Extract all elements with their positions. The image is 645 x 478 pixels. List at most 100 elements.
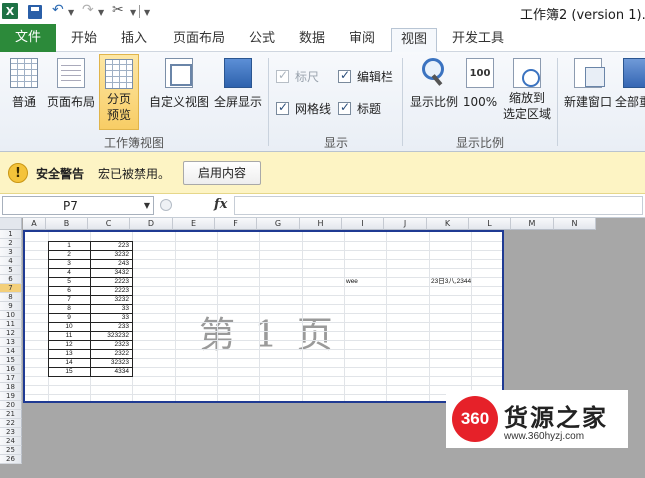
gridlines-checkbox[interactable]: 网格线: [276, 100, 331, 117]
column-header-m[interactable]: M: [511, 218, 554, 230]
table-cell[interactable]: 2: [48, 250, 90, 259]
cell-i6[interactable]: wee: [346, 277, 358, 286]
table-cell[interactable]: 233: [90, 322, 129, 331]
table-cell[interactable]: 3232: [90, 295, 129, 304]
undo-icon[interactable]: ↶: [52, 2, 64, 18]
column-header-l[interactable]: L: [469, 218, 511, 230]
table-cell[interactable]: 33: [90, 304, 129, 313]
tab-file[interactable]: 文件: [0, 24, 56, 52]
row-header-4[interactable]: 4: [0, 257, 22, 266]
table-cell[interactable]: 2323: [90, 340, 129, 349]
tab-formulas[interactable]: 公式: [242, 28, 282, 52]
column-header-f[interactable]: F: [215, 218, 257, 230]
tab-insert[interactable]: 插入: [114, 28, 154, 52]
column-header-e[interactable]: E: [173, 218, 215, 230]
row-header-24[interactable]: 24: [0, 437, 22, 446]
row-header-8[interactable]: 8: [0, 293, 22, 302]
row-header-3[interactable]: 3: [0, 248, 22, 257]
excel-app-icon[interactable]: X: [2, 3, 18, 19]
row-header-23[interactable]: 23: [0, 428, 22, 437]
table-cell[interactable]: 10: [48, 322, 90, 331]
row-header-17[interactable]: 17: [0, 374, 22, 383]
formula-bar-grip-icon[interactable]: [160, 199, 172, 211]
column-header-b[interactable]: B: [46, 218, 88, 230]
zoom-button[interactable]: 显示比例: [406, 54, 462, 110]
formula-bar-checkbox[interactable]: 编辑栏: [338, 68, 393, 85]
row-header-22[interactable]: 22: [0, 419, 22, 428]
row-header-13[interactable]: 13: [0, 338, 22, 347]
row-header-14[interactable]: 14: [0, 347, 22, 356]
column-header-j[interactable]: J: [384, 218, 427, 230]
page-break-preview-button[interactable]: 分页 预览: [99, 54, 139, 130]
insert-function-icon[interactable]: fx: [214, 197, 227, 212]
table-cell[interactable]: 33: [90, 313, 129, 322]
table-cell[interactable]: 32323: [90, 358, 129, 367]
customize-tool-icon[interactable]: ✂: [112, 2, 124, 18]
row-header-9[interactable]: 9: [0, 302, 22, 311]
row-header-20[interactable]: 20: [0, 401, 22, 410]
tab-page-layout[interactable]: 页面布局: [168, 28, 230, 52]
tab-data[interactable]: 数据: [292, 28, 332, 52]
page-layout-view-button[interactable]: 页面布局: [44, 54, 98, 110]
row-header-12[interactable]: 12: [0, 329, 22, 338]
redo-dropdown-icon[interactable]: ▼: [98, 8, 104, 17]
table-cell[interactable]: 8: [48, 304, 90, 313]
table-cell[interactable]: 2223: [90, 286, 129, 295]
formula-input[interactable]: [234, 196, 643, 215]
row-header-10[interactable]: 10: [0, 311, 22, 320]
row-header-25[interactable]: 25: [0, 446, 22, 455]
tab-home[interactable]: 开始: [64, 28, 104, 52]
table-cell[interactable]: 9: [48, 313, 90, 322]
full-screen-button[interactable]: 全屏显示: [212, 54, 264, 110]
arrange-all-button[interactable]: 全部重: [615, 54, 645, 110]
row-header-7[interactable]: 7: [0, 284, 22, 293]
table-cell[interactable]: 223: [90, 241, 129, 250]
row-header-18[interactable]: 18: [0, 383, 22, 392]
row-header-19[interactable]: 19: [0, 392, 22, 401]
tab-view[interactable]: 视图: [391, 28, 437, 53]
row-header-11[interactable]: 11: [0, 320, 22, 329]
table-cell[interactable]: 5: [48, 277, 90, 286]
table-cell[interactable]: 4: [48, 268, 90, 277]
zoom-100-button[interactable]: 100 100%: [462, 54, 498, 110]
chevron-down-icon[interactable]: ▼: [144, 201, 150, 210]
enable-content-button[interactable]: 启用内容: [183, 161, 261, 185]
redo-icon[interactable]: ↷: [82, 2, 94, 18]
row-header-16[interactable]: 16: [0, 365, 22, 374]
table-cell[interactable]: 13: [48, 349, 90, 358]
row-header-5[interactable]: 5: [0, 266, 22, 275]
tool-dropdown-icon[interactable]: ▼: [130, 8, 136, 17]
table-cell[interactable]: 243: [90, 259, 129, 268]
tab-review[interactable]: 审阅: [342, 28, 382, 52]
table-cell[interactable]: 3: [48, 259, 90, 268]
table-cell[interactable]: 1: [48, 241, 90, 250]
table-cell[interactable]: 12: [48, 340, 90, 349]
column-header-k[interactable]: K: [427, 218, 469, 230]
table-cell[interactable]: 3232: [90, 250, 129, 259]
customize-quick-access-icon[interactable]: ▼: [144, 8, 150, 17]
column-header-n[interactable]: N: [554, 218, 596, 230]
column-header-h[interactable]: H: [300, 218, 342, 230]
row-header-15[interactable]: 15: [0, 356, 22, 365]
table-cell[interactable]: 2322: [90, 349, 129, 358]
table-cell[interactable]: 15: [48, 367, 90, 376]
name-box[interactable]: P7 ▼: [2, 196, 154, 215]
column-header-a[interactable]: A: [23, 218, 46, 230]
row-header-2[interactable]: 2: [0, 239, 22, 248]
row-header-21[interactable]: 21: [0, 410, 22, 419]
print-area-page-1[interactable]: 第 1 页 1 223 2 3232 3 243 4 3432 5 2223 6 2223 7 3232 8…: [23, 230, 504, 403]
custom-views-button[interactable]: 自定义视图: [148, 54, 210, 110]
table-cell[interactable]: 7: [48, 295, 90, 304]
column-header-d[interactable]: D: [130, 218, 173, 230]
undo-dropdown-icon[interactable]: ▼: [68, 8, 74, 17]
select-all-corner[interactable]: [0, 218, 22, 230]
zoom-to-selection-button[interactable]: 缩放到 选定区域: [500, 54, 554, 122]
normal-view-button[interactable]: 普通: [6, 54, 42, 110]
table-cell[interactable]: 2223: [90, 277, 129, 286]
table-cell[interactable]: 323232: [90, 331, 129, 340]
row-header-1[interactable]: 1: [0, 230, 22, 239]
table-cell[interactable]: 6: [48, 286, 90, 295]
tab-developer[interactable]: 开发工具: [446, 28, 510, 52]
table-cell[interactable]: 3432: [90, 268, 129, 277]
cell-k6[interactable]: 23日3八,2344: [431, 277, 471, 286]
